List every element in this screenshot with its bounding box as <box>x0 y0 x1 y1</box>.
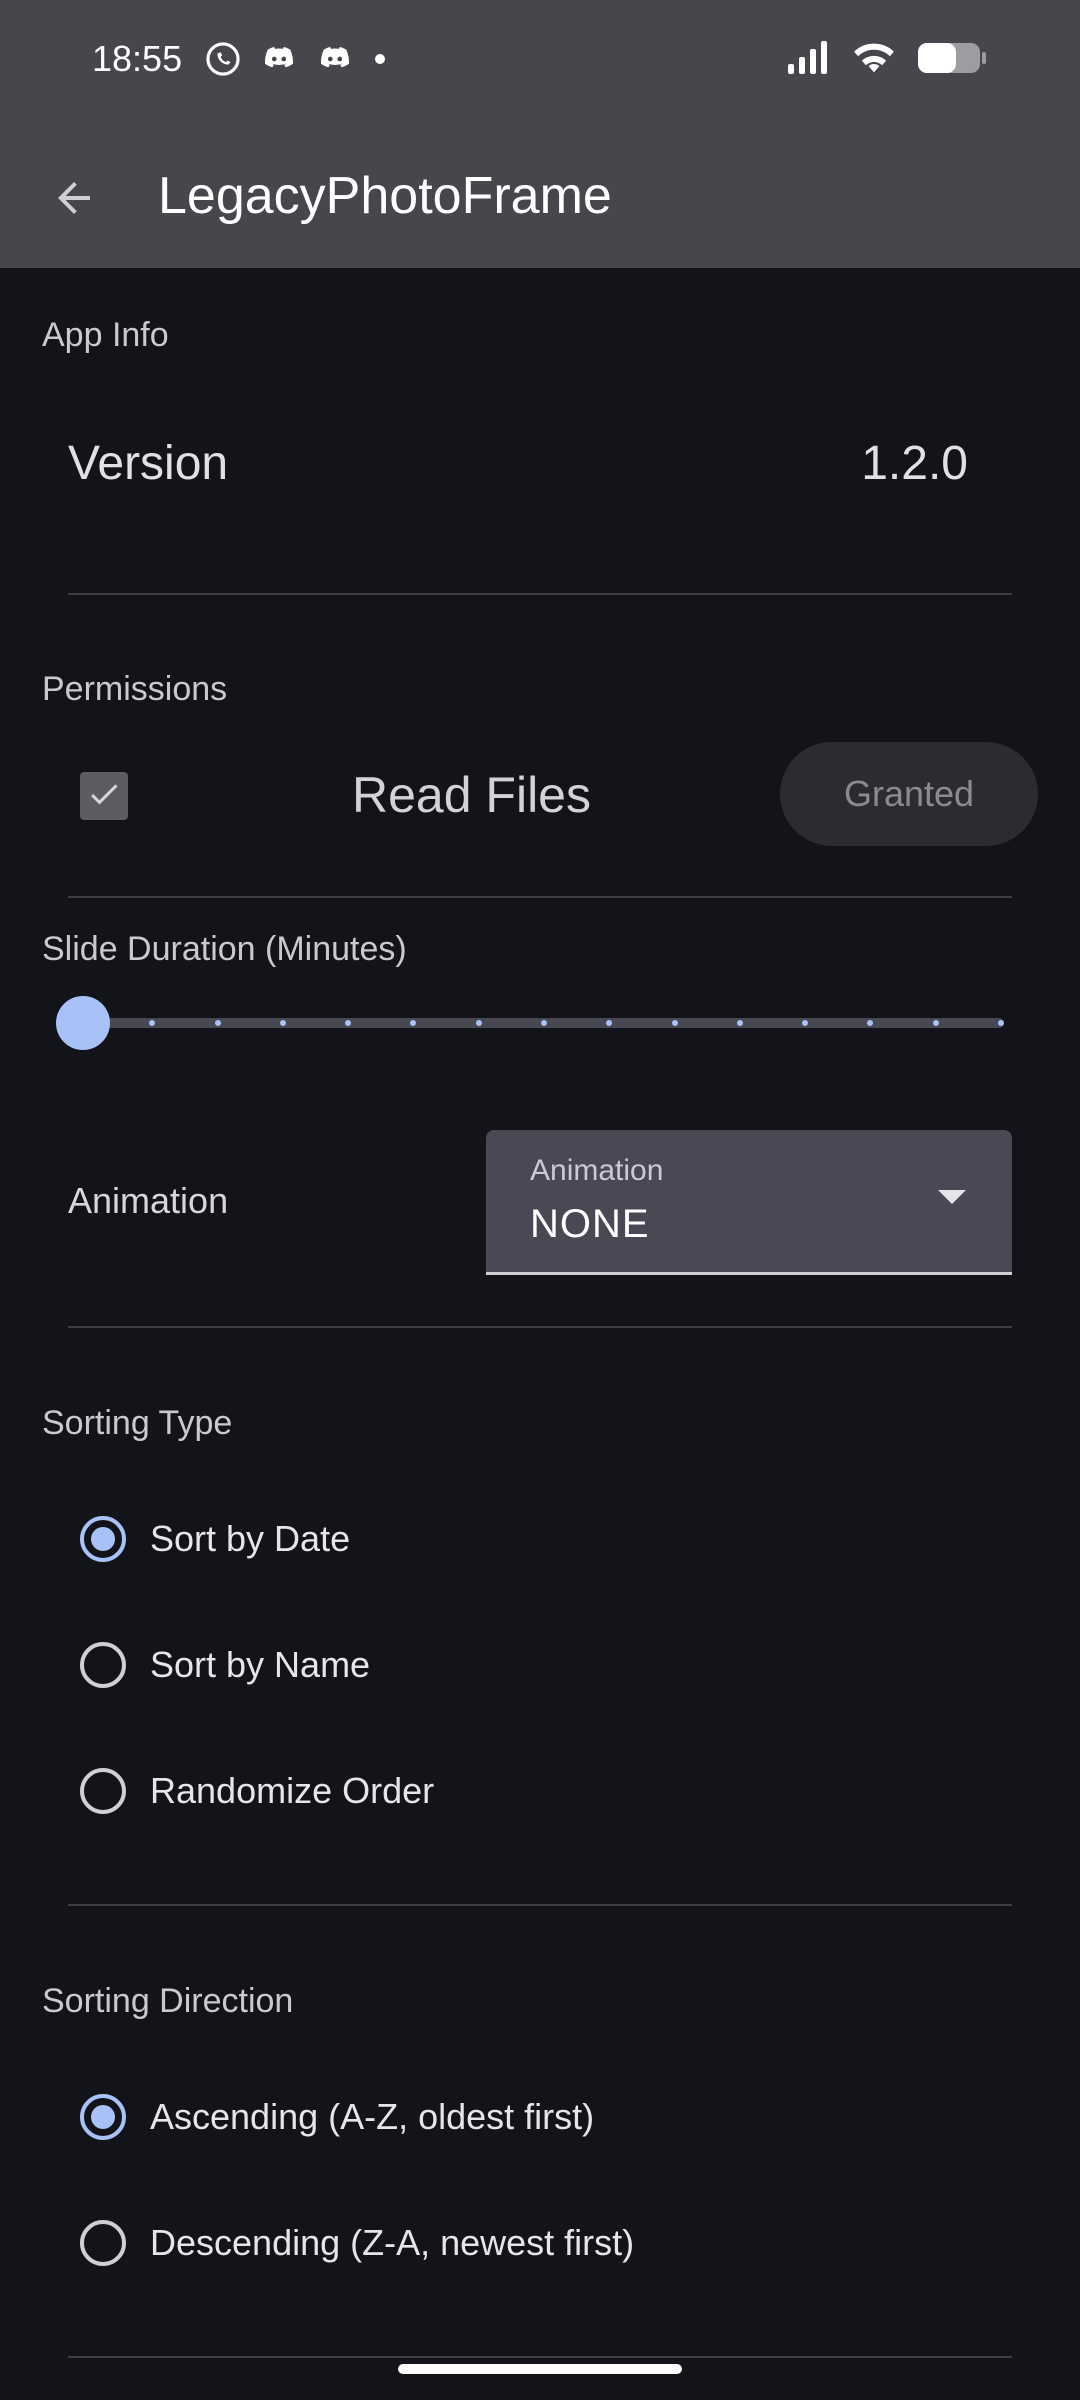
notification-icons <box>204 40 388 83</box>
radio-descending[interactable]: Descending (Z-A, newest first) <box>80 2208 634 2278</box>
page-title: LegacyPhotoFrame <box>158 167 612 225</box>
section-slide-duration: Slide Duration (Minutes) <box>42 930 407 968</box>
slider-tick <box>932 1020 939 1026</box>
radio-randomize-order[interactable]: Randomize Order <box>80 1756 434 1826</box>
radio-button[interactable] <box>80 1516 126 1562</box>
section-permissions: Permissions <box>42 670 228 708</box>
animation-dropdown-caption: Animation <box>530 1154 664 1187</box>
radio-label: Descending (Z-A, newest first) <box>150 2222 635 2263</box>
divider <box>68 1326 1012 1328</box>
status-time: 18:55 <box>92 38 183 79</box>
wifi-icon <box>852 40 896 81</box>
radio-sort-by-name[interactable]: Sort by Name <box>80 1630 370 1700</box>
whatsapp-icon <box>204 40 242 83</box>
read-files-checkbox[interactable] <box>80 772 128 820</box>
animation-label: Animation <box>68 1180 229 1221</box>
check-icon <box>86 776 122 817</box>
read-files-label: Read Files <box>352 767 591 823</box>
slider-tick <box>475 1020 482 1026</box>
status-bar: 18:55 <box>0 0 1080 124</box>
divider <box>68 1904 1012 1906</box>
radio-button[interactable] <box>80 2220 126 2266</box>
section-sorting-type: Sorting Type <box>42 1404 233 1442</box>
dropdown-arrow-icon <box>938 1190 966 1204</box>
slider-tick <box>214 1020 221 1026</box>
discord-icon <box>316 40 354 83</box>
radio-label: Ascending (A-Z, oldest first) <box>150 2096 595 2137</box>
radio-label: Randomize Order <box>150 1770 435 1811</box>
dot-icon <box>372 51 388 72</box>
radio-button[interactable] <box>80 1642 126 1688</box>
arrow-back-icon <box>50 174 98 227</box>
slider-tick <box>671 1020 678 1026</box>
back-button[interactable] <box>38 164 110 236</box>
divider <box>68 2356 1012 2358</box>
home-indicator[interactable] <box>398 2364 682 2374</box>
animation-dropdown[interactable]: Animation NONE <box>486 1130 1012 1275</box>
signal-icon <box>786 40 832 81</box>
divider <box>68 896 1012 898</box>
animation-dropdown-value: NONE <box>530 1202 650 1246</box>
slider-tick <box>279 1020 286 1026</box>
granted-button[interactable]: Granted <box>780 742 1038 846</box>
section-app-info: App Info <box>42 316 169 354</box>
radio-button[interactable] <box>80 2094 126 2140</box>
radio-ascending[interactable]: Ascending (A-Z, oldest first) <box>80 2082 594 2152</box>
section-sorting-direction: Sorting Direction <box>42 1982 294 2020</box>
radio-button[interactable] <box>80 1768 126 1814</box>
app-bar: LegacyPhotoFrame <box>0 124 1080 268</box>
slider-tick <box>998 1020 1004 1026</box>
divider <box>68 593 1012 595</box>
system-icons <box>786 40 988 81</box>
battery-icon <box>916 40 988 81</box>
slider-tick <box>736 1020 743 1026</box>
radio-label: Sort by Name <box>150 1644 371 1685</box>
version-value: 1.2.0 <box>861 437 968 490</box>
radio-label: Sort by Date <box>150 1518 351 1559</box>
slide-duration-slider[interactable] <box>56 992 1004 1052</box>
radio-sort-by-date[interactable]: Sort by Date <box>80 1504 350 1574</box>
slider-tick <box>541 1020 547 1026</box>
slider-thumb[interactable] <box>56 996 110 1050</box>
discord-icon <box>260 40 298 83</box>
version-label: Version <box>68 437 229 490</box>
